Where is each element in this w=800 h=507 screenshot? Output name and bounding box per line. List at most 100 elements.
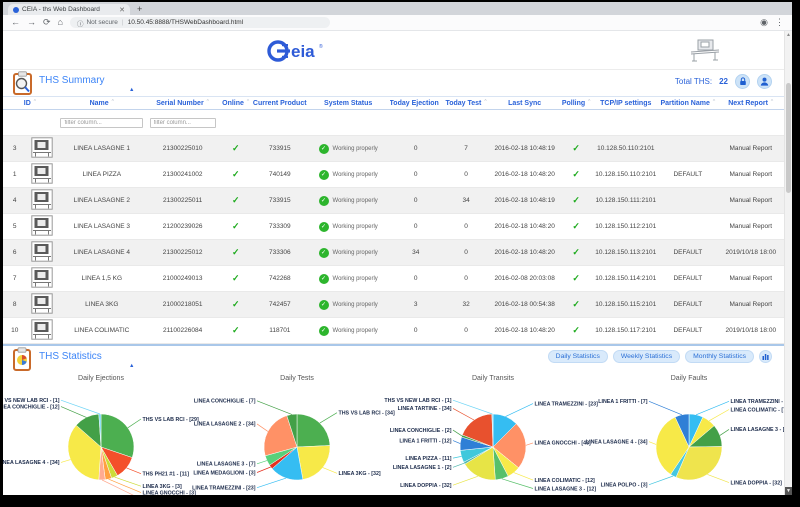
svg-text:®: ® bbox=[319, 43, 323, 50]
monthly-statistics-button[interactable]: Monthly Statistics bbox=[685, 350, 754, 363]
info-icon: ⓘ bbox=[77, 18, 84, 28]
pie-label: LINEA LASAGNE 2 - [34] bbox=[194, 422, 256, 428]
forward-icon[interactable]: → bbox=[27, 18, 36, 27]
reload-icon[interactable]: ⟳ bbox=[43, 18, 51, 27]
cell-product: 733915 bbox=[253, 188, 307, 214]
cell-machine-icon bbox=[26, 266, 56, 292]
cell-test: 0 bbox=[442, 318, 490, 344]
cell-machine-icon bbox=[26, 240, 56, 266]
col-name[interactable]: Nameˆ bbox=[57, 97, 147, 110]
cell-lastsync: 2016-02-18 10:48:19 bbox=[490, 136, 559, 162]
name-filter-input[interactable] bbox=[60, 118, 143, 128]
check-icon: ✓ bbox=[232, 299, 240, 309]
pie-label: LINEA 1 FRITTI - [12] bbox=[399, 438, 451, 444]
summary-row[interactable]: 5 LINEA LASAGNE 321200239026✓733309✓Work… bbox=[3, 214, 784, 240]
menu-icon[interactable]: ⋮ bbox=[775, 18, 784, 27]
scrollbar-thumb[interactable] bbox=[786, 83, 791, 193]
summary-row[interactable]: 7 LINEA 1,5 KG21000249013✓742268✓Working… bbox=[3, 266, 784, 292]
tab-strip: CEIA - ths Web Dashboard ✕ + bbox=[3, 2, 792, 15]
col-polling[interactable]: Pollingˆ bbox=[559, 97, 593, 110]
col-label: Current Product bbox=[253, 100, 307, 107]
cell-serial: 21300241002 bbox=[147, 162, 219, 188]
cell-machine-icon bbox=[26, 162, 56, 188]
check-icon: ✓ bbox=[572, 247, 580, 257]
page-scrollbar[interactable]: ▲ ▼ bbox=[784, 31, 792, 495]
cell-id: 4 bbox=[3, 188, 26, 214]
summary-header-row: IDˆNameˆSerial NumberˆOnlineˆCurrent Pro… bbox=[3, 97, 784, 110]
sort-caret-icon: ˆ bbox=[112, 100, 114, 107]
more-statistics-button[interactable] bbox=[759, 350, 772, 363]
cell-serial: 21100226084 bbox=[147, 318, 219, 344]
tab-close-icon[interactable]: ✕ bbox=[119, 6, 125, 14]
summary-row[interactable]: 4 LINEA LASAGNE 221300225011✓733915✓Work… bbox=[3, 188, 784, 214]
home-icon[interactable]: ⌂ bbox=[58, 18, 63, 27]
users-button[interactable] bbox=[757, 74, 772, 89]
cell-name: LINEA COLIMATIC bbox=[57, 318, 147, 344]
cell-id: 6 bbox=[3, 240, 26, 266]
summary-row[interactable]: 1 LINEA PIZZA21300241002✓740149✓Working … bbox=[3, 162, 784, 188]
check-icon: ✓ bbox=[232, 247, 240, 257]
cell-status: ✓Working properly bbox=[307, 266, 390, 292]
lock-button[interactable] bbox=[735, 74, 750, 89]
summary-row[interactable]: 10 LINEA COLIMATIC21100226084✓118701✓Wor… bbox=[3, 318, 784, 344]
pie-label: LINEA LASAGNE 3 - [7] bbox=[197, 462, 256, 468]
cell-name: LINEA LASAGNE 4 bbox=[57, 240, 147, 266]
cell-product: 740149 bbox=[253, 162, 307, 188]
check-icon: ✓ bbox=[572, 299, 580, 309]
cell-polling: ✓ bbox=[559, 162, 593, 188]
cell-nextreport: 2019/10/18 18:00 bbox=[718, 240, 784, 266]
cell-partition: DEFAULT bbox=[658, 266, 717, 292]
pie-label: THS VS LAB RCI - [29] bbox=[143, 417, 199, 423]
col-serial-number[interactable]: Serial Numberˆ bbox=[147, 97, 219, 110]
favicon-icon bbox=[13, 7, 19, 13]
cell-serial: 21300225012 bbox=[147, 240, 219, 266]
pie-label: LINEA GNOCCHI - [3] bbox=[143, 490, 197, 495]
pie-label: LINEA COLIMATIC - [12] bbox=[535, 478, 596, 484]
col-label: Next Report bbox=[728, 100, 768, 107]
scroll-up-icon[interactable]: ▲ bbox=[785, 31, 792, 39]
cell-ejection: 0 bbox=[390, 162, 442, 188]
summary-row[interactable]: 6 LINEA LASAGNE 421300225012✓733306✓Work… bbox=[3, 240, 784, 266]
browser-tab[interactable]: CEIA - ths Web Dashboard ✕ bbox=[8, 4, 130, 15]
cell-tcpip: 10.128.150.114:2101 bbox=[593, 266, 658, 292]
cell-tcpip: 10.128.150.113:2101 bbox=[593, 240, 658, 266]
sort-caret-icon: ˆ bbox=[247, 100, 249, 107]
cell-online: ✓ bbox=[219, 162, 253, 188]
col-system-status[interactable]: System Status bbox=[307, 97, 390, 110]
col-current-product[interactable]: Current Productˆ bbox=[253, 97, 307, 110]
statistics-collapse-arrow-icon[interactable]: ▲ bbox=[129, 363, 134, 369]
address-bar: ← → ⟳ ⌂ ⓘ Not secure | 10.50.45:8888/THS… bbox=[3, 15, 792, 31]
col-tcp-ip-settings[interactable]: TCP/IP settings bbox=[593, 97, 658, 110]
cell-nextreport: Manual Report bbox=[718, 188, 784, 214]
scroll-down-icon[interactable]: ▼ bbox=[785, 487, 792, 495]
weekly-statistics-button[interactable]: Weekly Statistics bbox=[613, 350, 680, 363]
col-online[interactable]: Onlineˆ bbox=[219, 97, 253, 110]
url-field[interactable]: ⓘ Not secure | 10.50.45:8888/THSWebDashb… bbox=[70, 17, 330, 28]
serial-filter-input[interactable] bbox=[150, 118, 216, 128]
col-label: Partition Name bbox=[660, 100, 709, 107]
profile-icon[interactable]: ◉ bbox=[760, 18, 768, 27]
col-label: Today Test bbox=[445, 100, 481, 107]
col-last-sync[interactable]: Last Sync bbox=[490, 97, 559, 110]
pie-label: LINEA LASAGNE 4 - [34] bbox=[3, 460, 60, 466]
cell-serial: 21200239026 bbox=[147, 214, 219, 240]
pie-label: LINEA 3KG - [32] bbox=[339, 471, 381, 477]
summary-collapse-arrow-icon[interactable]: ▲ bbox=[129, 87, 134, 93]
new-tab-button[interactable]: + bbox=[137, 4, 142, 14]
pie-label: LINEA TARTINE - [34] bbox=[398, 406, 452, 412]
col-partition-name[interactable]: Partition Nameˆ bbox=[658, 97, 717, 110]
col-today-ejection[interactable]: Today Ejectionˆ bbox=[390, 97, 442, 110]
not-secure-label: Not secure bbox=[86, 19, 117, 26]
col-label: Polling bbox=[562, 100, 585, 107]
pie-slice[interactable] bbox=[297, 414, 330, 447]
summary-row[interactable]: 8 LINEA 3KG21000218051✓742457✓Working pr… bbox=[3, 292, 784, 318]
divider: | bbox=[122, 19, 124, 26]
cell-product: 118701 bbox=[253, 318, 307, 344]
back-icon[interactable]: ← bbox=[11, 18, 20, 27]
daily-statistics-button[interactable]: Daily Statistics bbox=[548, 350, 608, 363]
cell-polling: ✓ bbox=[559, 136, 593, 162]
summary-row[interactable]: 3 LINEA LASAGNE 121300225010✓733915✓Work… bbox=[3, 136, 784, 162]
col-today-test[interactable]: Today Testˆ bbox=[442, 97, 490, 110]
cell-status: ✓Working properly bbox=[307, 162, 390, 188]
col-next-report[interactable]: Next Reportˆ bbox=[718, 97, 784, 110]
